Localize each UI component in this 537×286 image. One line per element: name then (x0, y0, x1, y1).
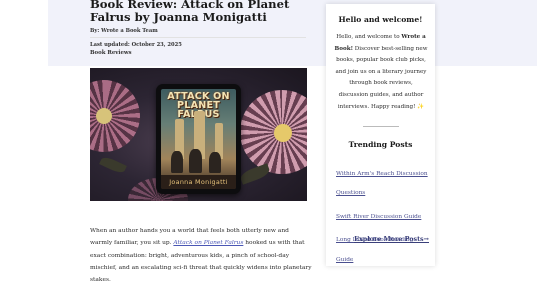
sidebar: Hello and welcome! Hello, and welcome to… (326, 4, 435, 266)
category-link[interactable]: Book Reviews (90, 50, 132, 56)
welcome-intro: Hello, and welcome to (336, 34, 402, 40)
leaf (238, 163, 272, 185)
paragraph-text: hooked us with that exact combination: b… (90, 240, 312, 284)
welcome-text: Hello, and welcome to Wrote a Book! Disc… (334, 32, 428, 113)
cover-figure (171, 151, 183, 173)
flower-right-center (274, 124, 292, 142)
cover-author: Joanna Monigatti (161, 175, 236, 189)
trending-link[interactable]: Swift River Discussion Guide (336, 214, 421, 220)
book-cover: ATTACK ON PLANET FALRUS Joanna Monigatti (161, 89, 236, 189)
article-paragraph: When an author hands you a world that fe… (90, 225, 312, 286)
cover-figure (209, 152, 221, 173)
welcome-rest: Discover best-selling new books, popular… (335, 45, 428, 110)
flower-left-center (96, 108, 112, 124)
book-title-link[interactable]: Attack on Planet Falrus (173, 240, 243, 246)
explore-more-link[interactable]: Explore More Posts→ (326, 235, 429, 243)
article-byline: By: Wrote a Book Team (90, 28, 158, 34)
ebook-tablet: ATTACK ON PLANET FALRUS Joanna Monigatti (156, 84, 241, 194)
last-updated: Last updated: October 23, 2025 (90, 42, 182, 48)
sidebar-divider (363, 126, 399, 127)
trending-link[interactable]: Within Arm's Reach Discussion Questions (336, 171, 428, 196)
list-item: Swift River Discussion Guide (336, 203, 428, 222)
list-item: Within Arm's Reach Discussion Questions (336, 160, 428, 199)
leaf (99, 154, 127, 176)
article-body: When an author hands you a world that fe… (90, 225, 312, 286)
cover-figure (189, 149, 202, 173)
trending-list: Within Arm's Reach Discussion Questions … (336, 160, 428, 269)
page-title: Book Review: Attack on Planet Falrus by … (90, 0, 290, 24)
trending-heading: Trending Posts (348, 140, 413, 149)
hero-image: ATTACK ON PLANET FALRUS Joanna Monigatti (90, 68, 307, 201)
welcome-heading: Hello and welcome! (338, 15, 423, 24)
header-divider (90, 37, 306, 38)
list-item: Long Island Book Reading Guide (336, 226, 428, 265)
